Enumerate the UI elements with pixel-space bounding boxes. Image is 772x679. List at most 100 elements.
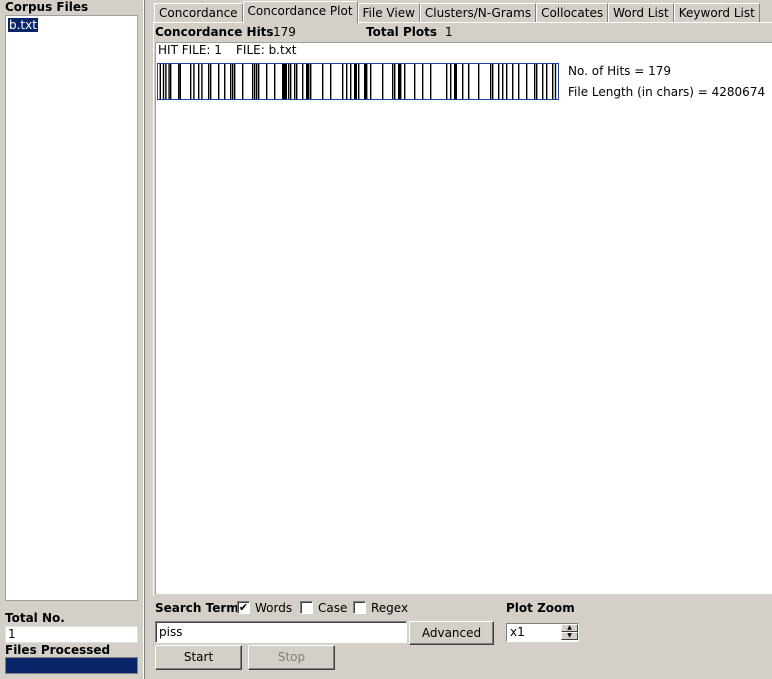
hit-line[interactable] <box>310 64 312 99</box>
hit-line[interactable] <box>322 64 324 99</box>
stop-button[interactable]: Stop <box>248 645 335 670</box>
hit-line[interactable] <box>400 64 402 99</box>
hit-line[interactable] <box>454 64 457 99</box>
hit-line[interactable] <box>370 64 372 99</box>
hit-line[interactable] <box>162 64 165 99</box>
hit-line[interactable] <box>382 64 384 99</box>
tab-keyword-list[interactable]: Keyword List <box>673 3 760 23</box>
panel-splitter[interactable] <box>143 0 145 679</box>
hit-line[interactable] <box>224 64 226 99</box>
plot-area[interactable] <box>155 42 772 594</box>
hit-line[interactable] <box>450 64 452 99</box>
file-length-text: File Length (in chars) = 4280674 <box>568 85 766 99</box>
advanced-button[interactable]: Advanced <box>409 621 494 645</box>
zoom-spinner[interactable]: ▲ ▼ <box>561 624 578 641</box>
concordance-hits-value: 179 <box>273 25 296 39</box>
hit-line[interactable] <box>252 64 254 99</box>
hit-line[interactable] <box>342 64 344 99</box>
hit-line[interactable] <box>296 64 298 99</box>
tab-collocates[interactable]: Collocates <box>536 3 609 23</box>
hit-line[interactable] <box>234 64 236 99</box>
hit-line[interactable] <box>430 64 432 99</box>
hit-line[interactable] <box>492 64 494 99</box>
hit-line[interactable] <box>178 64 180 99</box>
tab-clusters-ngrams[interactable]: Clusters/N-Grams <box>419 3 537 23</box>
hit-line[interactable] <box>254 64 256 99</box>
corpus-files-title: Corpus Files <box>5 0 89 14</box>
tab-concordance-plot[interactable]: Concordance Plot <box>242 1 358 23</box>
hit-barcode-plot[interactable] <box>157 63 559 100</box>
hit-line[interactable] <box>350 64 352 99</box>
words-checkbox[interactable]: ✔ <box>237 601 250 614</box>
hit-line[interactable] <box>354 64 357 99</box>
hit-line[interactable] <box>284 64 287 99</box>
hit-line[interactable] <box>536 64 538 99</box>
hit-line[interactable] <box>512 64 514 99</box>
hit-line[interactable] <box>546 64 548 99</box>
hit-line[interactable] <box>346 64 348 99</box>
hit-line[interactable] <box>208 64 210 99</box>
hit-line[interactable] <box>232 64 234 99</box>
spin-up-icon[interactable]: ▲ <box>561 624 578 632</box>
hit-line[interactable] <box>358 64 360 99</box>
hit-line[interactable] <box>392 64 394 99</box>
hit-line[interactable] <box>201 64 203 99</box>
hit-line[interactable] <box>274 64 276 99</box>
hit-line[interactable] <box>230 64 232 99</box>
hit-line[interactable] <box>414 64 416 99</box>
hit-line[interactable] <box>170 64 172 99</box>
spin-down-icon[interactable]: ▼ <box>561 632 578 640</box>
hit-line[interactable] <box>552 64 554 99</box>
hit-line[interactable] <box>366 64 368 99</box>
hit-line[interactable] <box>526 64 528 99</box>
tab-file-view[interactable]: File View <box>357 3 420 23</box>
hit-line[interactable] <box>542 64 544 99</box>
hit-line[interactable] <box>168 64 170 99</box>
hit-line[interactable] <box>294 64 296 99</box>
hit-line[interactable] <box>478 64 480 99</box>
hit-line[interactable] <box>210 64 212 99</box>
hit-line[interactable] <box>422 64 424 99</box>
total-plots-value: 1 <box>445 25 453 39</box>
case-checkbox[interactable] <box>300 601 313 614</box>
hit-line[interactable] <box>165 64 167 99</box>
hit-line[interactable] <box>308 64 310 99</box>
regex-checkbox[interactable] <box>353 601 366 614</box>
hit-line[interactable] <box>468 64 470 99</box>
tab-concordance[interactable]: Concordance <box>154 3 243 23</box>
hit-line[interactable] <box>302 64 304 99</box>
hit-line[interactable] <box>198 64 200 99</box>
plot-file-name: FILE: b.txt <box>236 43 297 57</box>
hit-line[interactable] <box>506 64 508 99</box>
hit-line[interactable] <box>179 64 181 99</box>
hit-line[interactable] <box>218 64 220 99</box>
start-button[interactable]: Start <box>155 645 242 670</box>
hit-line[interactable] <box>330 64 332 99</box>
hit-line[interactable] <box>446 64 448 99</box>
hit-line[interactable] <box>534 64 536 99</box>
hit-line[interactable] <box>490 64 492 99</box>
hit-line[interactable] <box>193 64 195 99</box>
hit-line[interactable] <box>518 64 520 99</box>
hit-line[interactable] <box>258 64 260 99</box>
search-term-input[interactable]: piss <box>155 621 407 643</box>
tab-word-list[interactable]: Word List <box>608 3 674 23</box>
corpus-file-item[interactable]: b.txt <box>8 18 38 32</box>
hit-line[interactable] <box>554 64 557 99</box>
hit-line[interactable] <box>290 64 292 99</box>
hit-line[interactable] <box>404 64 406 99</box>
hit-line[interactable] <box>394 64 396 99</box>
hit-line[interactable] <box>242 64 244 99</box>
hit-line[interactable] <box>266 64 268 99</box>
hit-line[interactable] <box>288 64 290 99</box>
hit-line[interactable] <box>502 64 504 99</box>
hit-line[interactable] <box>256 64 258 99</box>
hit-line[interactable] <box>159 64 161 99</box>
concordance-hits-label: Concordance Hits <box>155 25 274 39</box>
regex-checkbox-label: Regex <box>371 601 409 615</box>
hit-line[interactable] <box>498 64 500 99</box>
hit-line[interactable] <box>462 64 464 99</box>
files-processed-progress <box>5 657 138 674</box>
hit-line[interactable] <box>190 64 192 99</box>
corpus-file-list[interactable]: b.txt <box>5 15 138 601</box>
